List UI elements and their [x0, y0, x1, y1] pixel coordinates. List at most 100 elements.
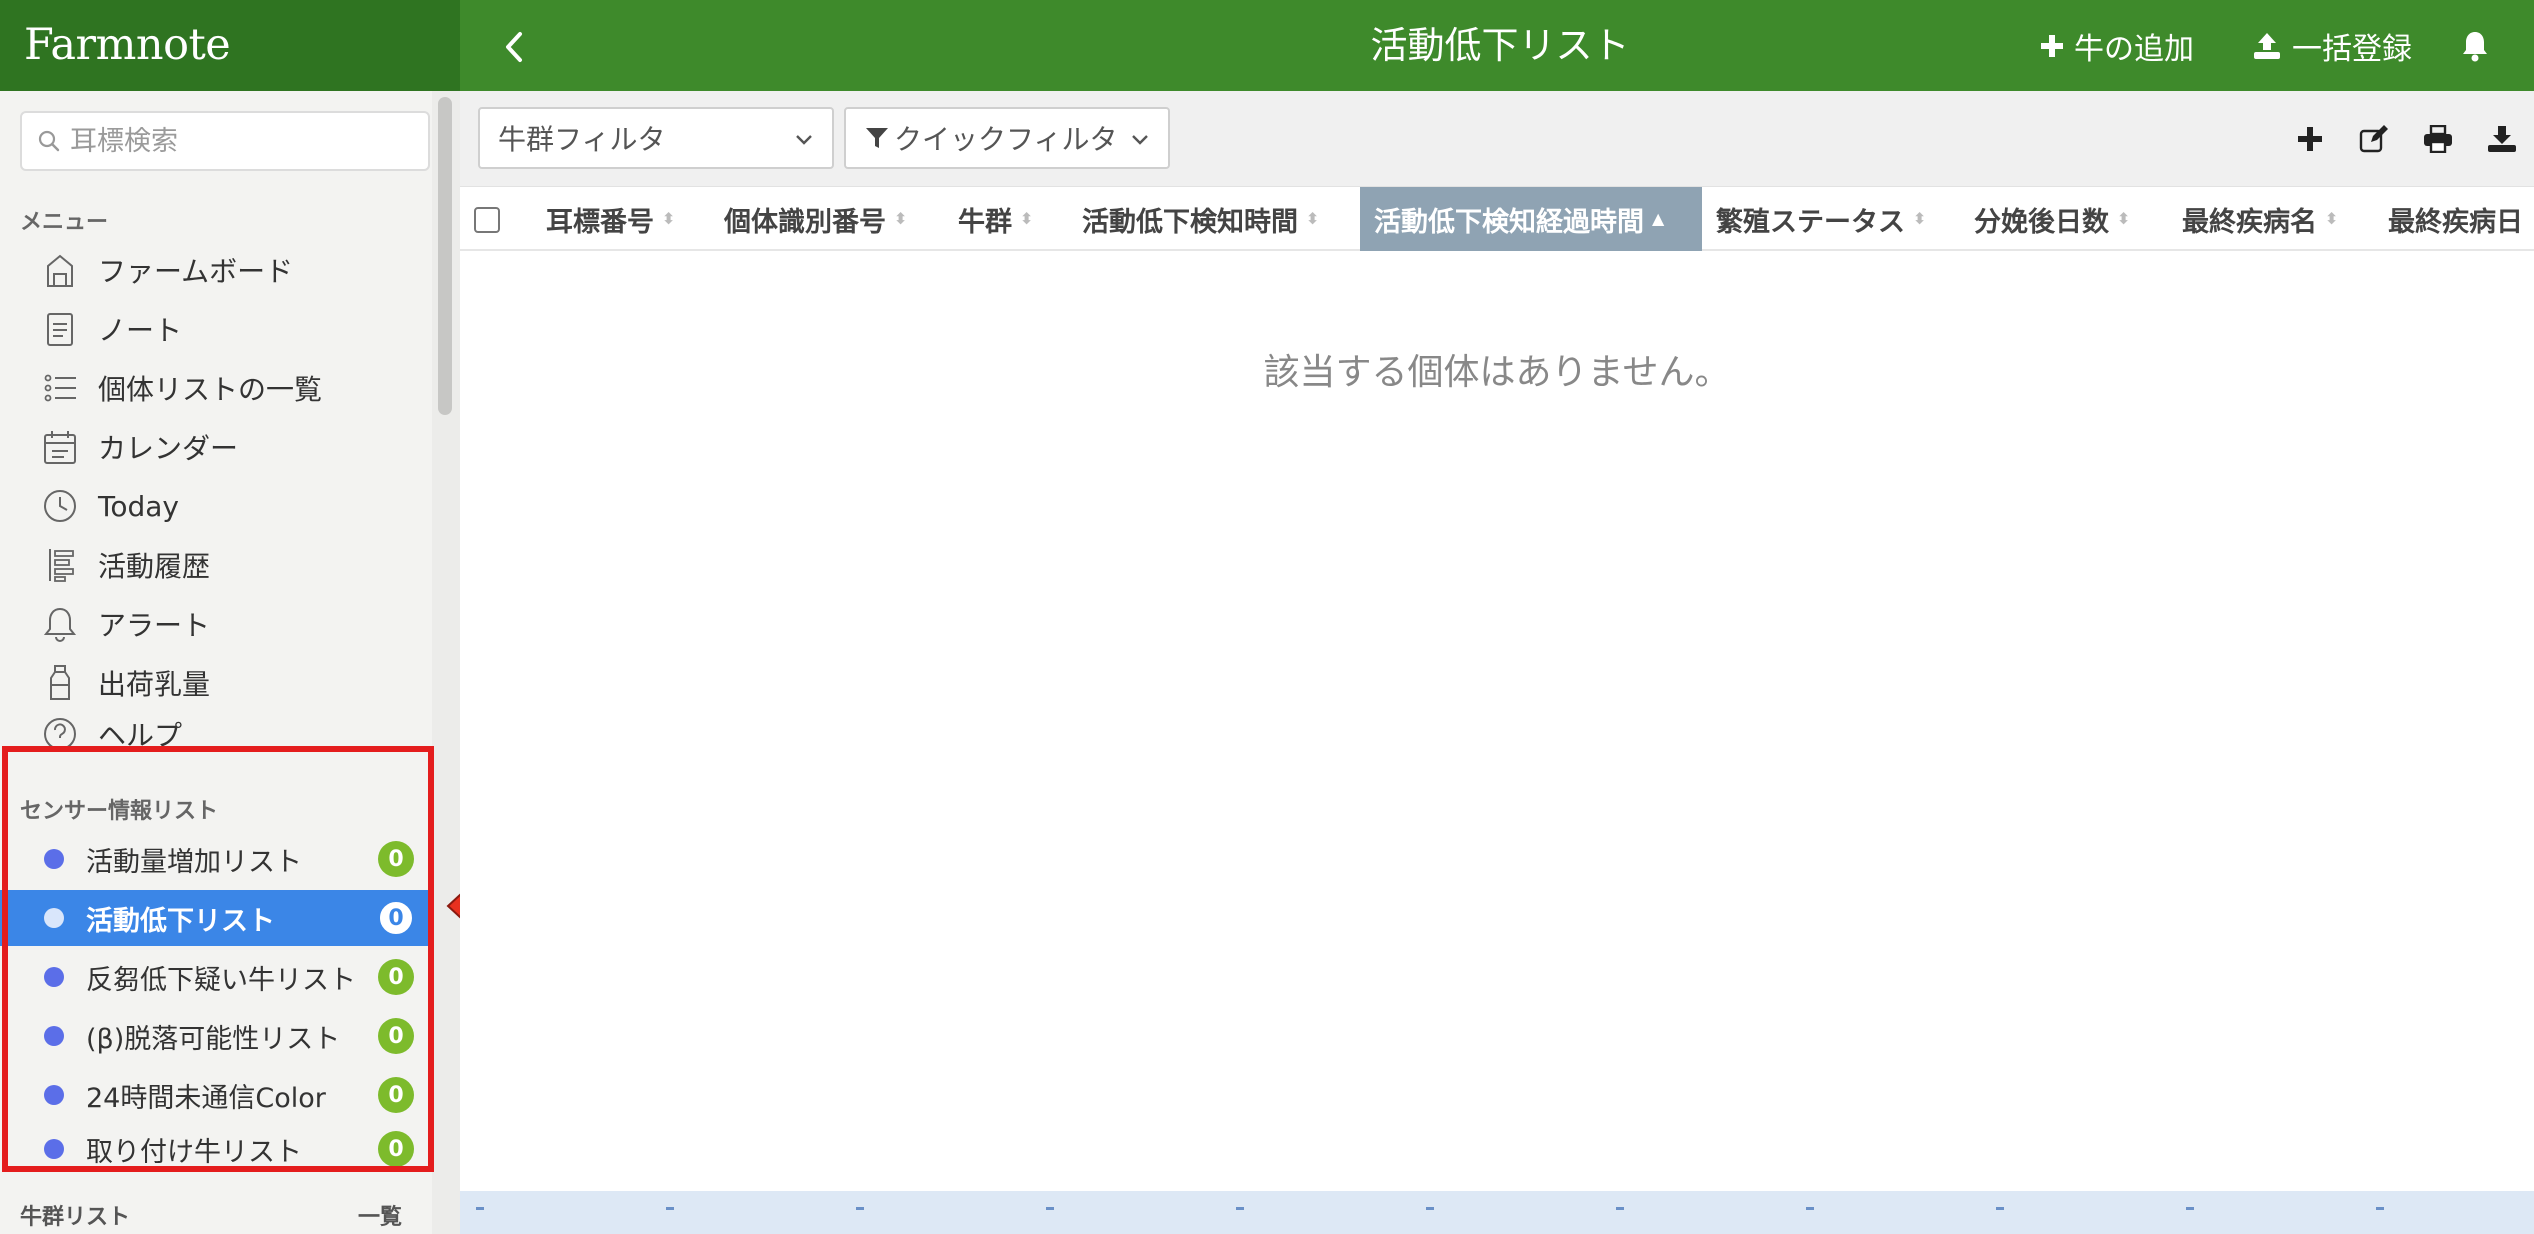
column-header-herd[interactable]: 牛群 ⬍	[958, 187, 1033, 251]
sensor-item-label: 活動量増加リスト	[86, 846, 302, 878]
sensor-item-label: (β)脱落可能性リスト	[86, 1023, 341, 1055]
column-label: 耳標番号	[546, 206, 654, 238]
sensor-list-heading: センサー情報リスト	[20, 799, 219, 824]
column-label: 最終疾病名	[2182, 206, 2317, 238]
sort-icon: ⬍	[894, 209, 908, 228]
help-icon	[40, 714, 80, 754]
status-dot	[44, 1085, 64, 1105]
sidebar-scroll-thumb[interactable]	[438, 97, 452, 415]
column-label: 活動低下検知経過時間	[1374, 206, 1644, 238]
notification-button[interactable]	[2460, 0, 2500, 91]
sensor-item-label: 取り付け牛リスト	[86, 1136, 302, 1168]
sort-icon: ⬍	[2117, 209, 2131, 228]
sidebar-item-individual-lists[interactable]: 個体リストの一覧	[40, 360, 322, 416]
column-header-last-disease-date[interactable]: 最終疾病日	[2388, 187, 2534, 251]
column-header-breeding-status[interactable]: 繁殖ステータス ⬍	[1716, 187, 1926, 251]
sidebar-item-label: カレンダー	[98, 432, 239, 465]
column-header-detection-time[interactable]: 活動低下検知時間 ⬍	[1082, 187, 1319, 251]
chevron-left-icon	[506, 32, 522, 62]
sensor-item-activity-decrease[interactable]: 活動低下リスト 0	[0, 890, 428, 946]
farm-board-icon	[40, 250, 80, 290]
quick-filter-value: クイックフィルタ	[894, 123, 1118, 156]
sensor-item-activity-increase[interactable]: 活動量増加リスト 0	[0, 831, 428, 887]
herd-list-all-link[interactable]: 一覧	[358, 1199, 402, 1231]
count-badge: 0	[378, 959, 414, 995]
sidebar-item-alert[interactable]: アラート	[40, 596, 210, 652]
select-all-checkbox[interactable]	[474, 207, 500, 233]
search-icon	[38, 130, 60, 152]
milk-bottle-icon	[40, 663, 80, 703]
sidebar-item-activity-history[interactable]: 活動履歴	[40, 537, 210, 593]
back-button[interactable]	[494, 22, 534, 72]
count-badge: 0	[378, 1131, 414, 1167]
edit-button[interactable]	[2342, 115, 2406, 163]
print-button[interactable]	[2406, 115, 2470, 163]
status-dot	[44, 1026, 64, 1046]
column-header-ear-tag[interactable]: 耳標番号 ⬍	[546, 187, 675, 251]
print-icon	[2424, 125, 2452, 153]
download-button[interactable]	[2470, 115, 2534, 163]
edit-icon	[2359, 125, 2388, 153]
download-icon	[2488, 126, 2516, 152]
bulk-register-label: 一括登録	[2292, 31, 2412, 67]
add-cow-button[interactable]: 牛の追加	[2040, 0, 2194, 91]
sensor-item-attached-cows[interactable]: 取り付け牛リスト 0	[0, 1126, 428, 1172]
main-content: 牛群フィルタ クイックフィルタ 耳標番号 ⬍ 個体識別番号 ⬍ 牛群 ⬍ 活動低…	[460, 91, 2534, 1234]
sidebar-item-today[interactable]: Today	[40, 478, 179, 534]
sidebar-item-label: Today	[98, 489, 179, 523]
add-row-button[interactable]	[2278, 115, 2342, 163]
note-icon	[40, 309, 80, 349]
bell-icon	[2463, 31, 2487, 61]
table-actions	[2278, 115, 2534, 163]
table-header: 耳標番号 ⬍ 個体識別番号 ⬍ 牛群 ⬍ 活動低下検知時間 ⬍ 活動低下検知経過時間 ▲ …	[460, 187, 2534, 251]
sidebar-item-label: アラート	[98, 609, 211, 642]
add-cow-label: 牛の追加	[2074, 31, 2194, 67]
ear-tag-search[interactable]	[20, 111, 430, 171]
status-dot	[44, 849, 64, 869]
sort-ascending-icon: ▲	[1652, 209, 1665, 228]
status-dot	[44, 908, 64, 928]
sidebar-item-calendar[interactable]: カレンダー	[40, 419, 238, 475]
sensor-item-label: 反芻低下疑い牛リスト	[86, 964, 356, 996]
column-header-individual-id[interactable]: 個体識別番号 ⬍	[724, 187, 907, 251]
clock-icon	[40, 486, 80, 526]
count-badge: 0	[378, 1077, 414, 1113]
status-dot	[44, 1139, 64, 1159]
sidebar-item-note[interactable]: ノート	[40, 301, 182, 357]
column-label: 活動低下検知時間	[1082, 206, 1298, 238]
sidebar-item-farm-board[interactable]: ファームボード	[40, 242, 293, 298]
sensor-item-no-communication[interactable]: 24時間未通信Color 0	[0, 1067, 428, 1123]
filter-bar: 牛群フィルタ クイックフィルタ	[460, 91, 2534, 187]
calendar-icon	[40, 427, 80, 467]
count-badge: 0	[378, 900, 414, 936]
search-input[interactable]	[70, 125, 410, 157]
alert-bell-icon	[40, 604, 80, 644]
sort-icon: ⬍	[1913, 209, 1927, 228]
column-header-days-postpartum[interactable]: 分娩後日数 ⬍	[1974, 187, 2130, 251]
chevron-down-icon	[1132, 135, 1148, 145]
herd-filter-select[interactable]: 牛群フィルタ	[478, 107, 834, 169]
column-label: 最終疾病日	[2388, 206, 2523, 238]
herd-filter-value: 牛群フィルタ	[498, 123, 666, 156]
column-label: 繁殖ステータス	[1716, 206, 1905, 238]
column-label: 個体識別番号	[724, 206, 886, 238]
bulk-register-button[interactable]: 一括登録	[2252, 0, 2412, 91]
sensor-item-rumination-decrease[interactable]: 反芻低下疑い牛リスト 0	[0, 949, 428, 1005]
sidebar-item-shipped-milk[interactable]: 出荷乳量	[40, 655, 210, 711]
plus-icon	[2298, 127, 2322, 151]
brand-logo[interactable]: Farmnote	[0, 0, 460, 91]
sort-icon: ⬍	[662, 209, 676, 228]
column-header-elapsed-time[interactable]: 活動低下検知経過時間 ▲	[1360, 187, 1702, 251]
column-header-last-disease[interactable]: 最終疾病名 ⬍	[2182, 187, 2338, 251]
sidebar-item-label: 個体リストの一覧	[98, 373, 323, 406]
sort-icon: ⬍	[1306, 209, 1320, 228]
filter-icon	[866, 128, 888, 148]
activity-history-icon	[40, 545, 80, 585]
sidebar-item-label: 出荷乳量	[98, 668, 211, 701]
sensor-item-detach-possibility[interactable]: (β)脱落可能性リスト 0	[0, 1008, 428, 1064]
sidebar-item-help[interactable]: ヘルプ	[40, 714, 182, 754]
list-icon	[40, 368, 80, 408]
status-dot	[44, 967, 64, 987]
sidebar-item-label: ファームボード	[98, 255, 294, 288]
quick-filter-select[interactable]: クイックフィルタ	[844, 107, 1170, 169]
